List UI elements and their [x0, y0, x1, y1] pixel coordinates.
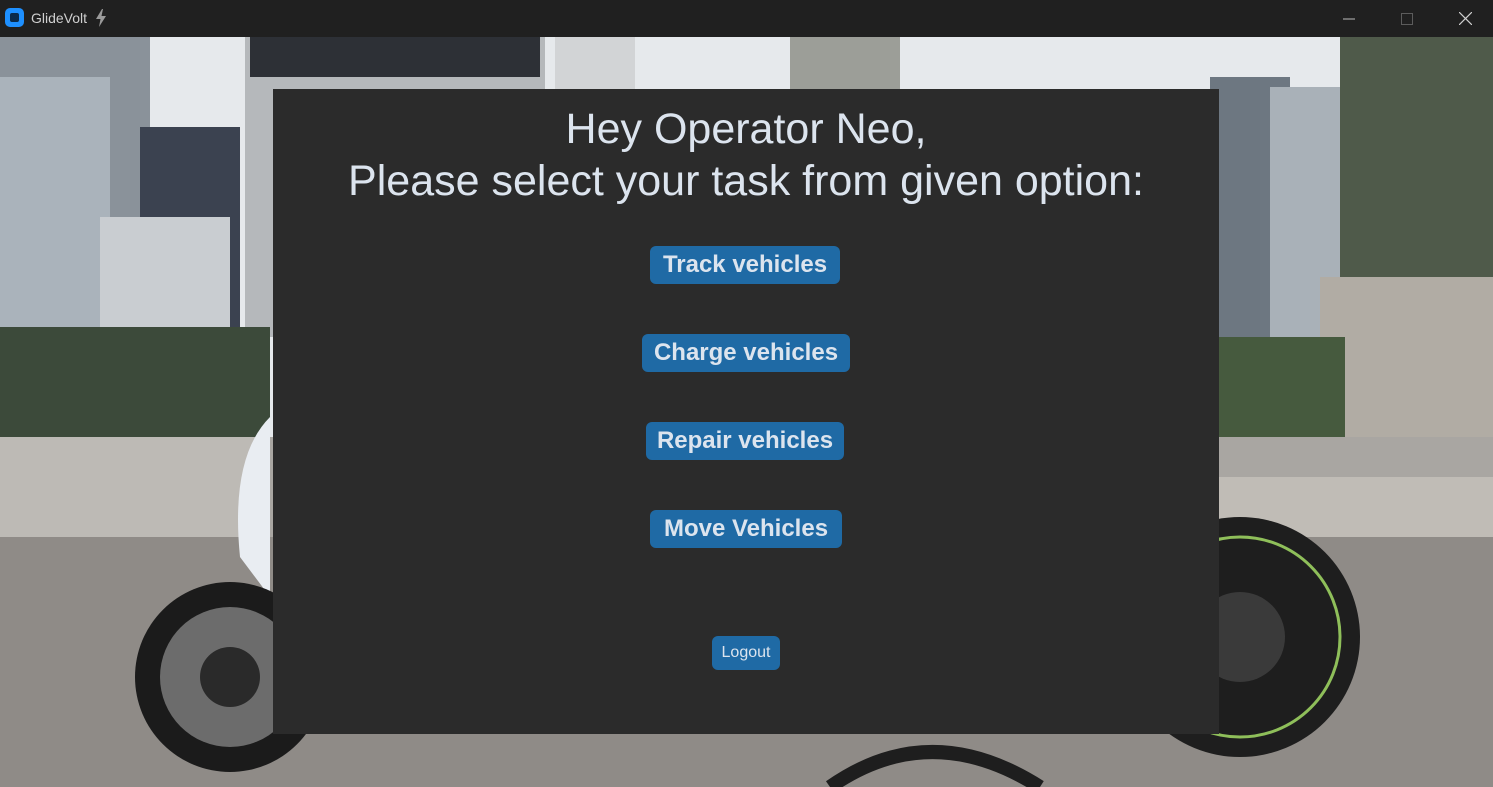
minimize-button[interactable]	[1320, 0, 1378, 37]
greeting-line-1: Hey Operator Neo,	[565, 105, 927, 153]
task-selection-panel: Hey Operator Neo, Please select your tas…	[273, 89, 1219, 734]
maximize-button[interactable]	[1378, 0, 1436, 37]
title-bar: GlideVolt	[0, 0, 1493, 37]
close-icon	[1458, 12, 1472, 25]
charge-vehicles-button[interactable]: Charge vehicles	[642, 334, 850, 372]
app-icon	[5, 8, 24, 27]
close-button[interactable]	[1436, 0, 1493, 37]
minimize-icon	[1343, 18, 1355, 19]
lightning-icon	[96, 9, 106, 27]
greeting-line-2: Please select your task from given optio…	[348, 157, 1144, 205]
logout-button[interactable]: Logout	[712, 636, 780, 670]
greeting-heading: Hey Operator Neo, Please select your tas…	[273, 103, 1219, 207]
maximize-icon	[1401, 12, 1413, 25]
repair-vehicles-button[interactable]: Repair vehicles	[646, 422, 844, 460]
move-vehicles-button[interactable]: Move Vehicles	[650, 510, 842, 548]
track-vehicles-button[interactable]: Track vehicles	[650, 246, 840, 284]
window-title: GlideVolt	[31, 10, 88, 26]
